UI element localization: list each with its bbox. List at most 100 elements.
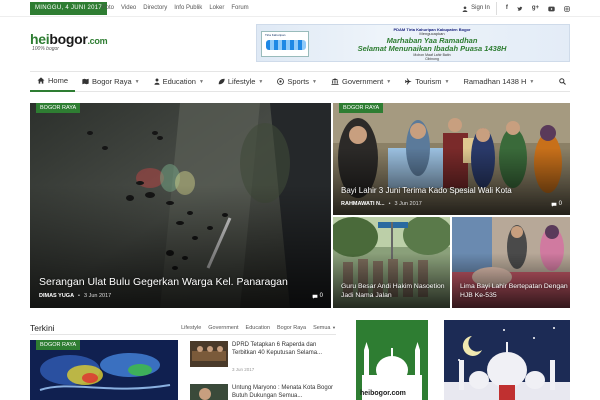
chevron-down-icon: ▼ <box>386 78 392 85</box>
nav-ramadhan[interactable]: Ramadhan 1438 H ▼ <box>456 71 541 92</box>
filter-bogor-raya[interactable]: Bogor Raya <box>277 325 306 331</box>
comment-icon <box>551 202 557 207</box>
list-item-date: 3 Jun 2017 <box>232 367 255 372</box>
comment-count[interactable]: 0 <box>312 293 323 299</box>
dprd-thumbnail <box>190 341 228 367</box>
home-icon <box>37 77 45 84</box>
mosque-night-illustration <box>444 320 570 400</box>
chevron-down-icon: ▼ <box>134 78 140 85</box>
filter-lifestyle[interactable]: Lifestyle <box>181 325 201 331</box>
nav-government[interactable]: Government ▼ <box>324 71 398 92</box>
post-date: 3 Jun 2017 <box>83 293 112 299</box>
filter-semua[interactable]: Semua ▼ <box>313 325 336 331</box>
top-links: Foto Video Directory Info Publik Loker F… <box>102 2 249 15</box>
comment-count[interactable]: 0 <box>551 201 562 207</box>
google-plus-icon[interactable]: g+ <box>532 2 539 15</box>
nav-education[interactable]: Education ▼ <box>147 71 211 92</box>
plane-icon <box>405 78 412 85</box>
ball-icon <box>277 78 285 85</box>
nav-lifestyle-label: Lifestyle <box>227 77 256 86</box>
nav-home-label: Home <box>48 76 69 85</box>
main-nav: Home Bogor Raya ▼ Education ▼ Lifestyle … <box>30 71 570 92</box>
chevron-down-icon: ▼ <box>198 78 204 85</box>
hero-bottom-right-title[interactable]: Lima Bayi Lahir Bertepatan Dengan HJB Ke… <box>460 282 568 300</box>
hero-main-title[interactable]: Serangan Ulat Bulu Gegerkan Warga Kel. P… <box>39 276 324 288</box>
list-item[interactable]: Untung Maryono : Menata Kota Bogor Butuh… <box>190 384 336 400</box>
site-logo[interactable]: heibogor.com 100% bogor <box>30 32 130 54</box>
chevron-down-icon: ▼ <box>444 78 450 85</box>
user-icon <box>154 78 160 85</box>
building-icon <box>331 78 339 85</box>
sign-in-label: Sign In <box>471 5 490 11</box>
hero-bottom-left-article[interactable]: Guru Besar Andi Hakim Nasoetion Jadi Nam… <box>333 217 450 308</box>
list-item-title[interactable]: DPRD Tetapkan 6 Raperda dan Terbitkan 40… <box>232 341 336 357</box>
nav-search-button[interactable] <box>552 71 570 92</box>
top-link-loker[interactable]: Loker <box>209 2 224 15</box>
untung-thumbnail <box>190 384 228 400</box>
top-link-forum[interactable]: Forum <box>231 2 248 15</box>
list-item[interactable]: DPRD Tetapkan 6 Raperda dan Terbitkan 40… <box>190 341 336 372</box>
nav-tourism[interactable]: Tourism ▼ <box>398 71 456 92</box>
instagram-icon[interactable] <box>564 5 570 12</box>
leaf-icon <box>218 78 225 85</box>
nav-education-label: Education <box>162 77 196 86</box>
top-link-video[interactable]: Video <box>121 2 136 15</box>
hero-top-right-title[interactable]: Bayi Lahir 3 Juni Terima Kado Spesial Wa… <box>341 186 566 195</box>
top-link-foto[interactable]: Foto <box>102 2 114 15</box>
hero-top-right-article[interactable]: BOGOR RAYA Bayi Lahir 3 Juni Terima Kado… <box>333 103 570 215</box>
comment-count-value: 0 <box>319 293 323 299</box>
logo-suffix: .com <box>87 36 108 46</box>
facebook-icon[interactable]: f <box>506 2 508 15</box>
hero-main-meta: DIMAS YUGA • 3 Jun 2017 <box>39 293 111 299</box>
nav-bogor-raya[interactable]: Bogor Raya ▼ <box>75 71 147 92</box>
banner-location: Cibinong <box>425 57 439 61</box>
terkini-feature-article[interactable]: BOGOR RAYA <box>30 340 178 400</box>
filter-government[interactable]: Government <box>208 325 238 331</box>
terkini-header: Terkini Lifestyle Government Education B… <box>30 321 336 335</box>
comment-count-value: 0 <box>558 201 562 207</box>
hero-main-article[interactable]: BOGOR RAYA Serangan Ulat Bulu Gegerkan W… <box>30 103 331 308</box>
nav-ramadhan-label: Ramadhan 1438 H <box>463 77 527 86</box>
category-tag[interactable]: BOGOR RAYA <box>339 103 384 113</box>
pdam-logo: Tirta Kahuripan <box>261 31 309 57</box>
meta-separator: • <box>78 293 80 299</box>
sign-in-button[interactable]: Sign In <box>462 2 497 15</box>
filter-semua-label: Semua <box>313 324 331 331</box>
meta-separator: • <box>388 201 391 207</box>
ramadhan-ad-mosque[interactable] <box>444 320 570 400</box>
chevron-down-icon: ▼ <box>529 78 535 85</box>
logo-tagline: 100% bogor <box>32 46 59 52</box>
ramadhan-ad-heibogor[interactable]: heibogor.com <box>356 320 428 400</box>
filter-education[interactable]: Education <box>246 325 270 331</box>
nav-lifestyle[interactable]: Lifestyle ▼ <box>211 71 270 92</box>
list-item-title[interactable]: Untung Maryono : Menata Kota Bogor Butuh… <box>232 384 336 400</box>
top-link-directory[interactable]: Directory <box>143 2 167 15</box>
nav-tourism-label: Tourism <box>415 77 442 86</box>
twitter-icon[interactable] <box>517 6 523 12</box>
logo-bogor: bogor <box>49 31 88 47</box>
terkini-filters: Lifestyle Government Education Bogor Ray… <box>181 325 336 331</box>
author-name[interactable]: RAHMAWATI N... <box>341 201 385 207</box>
chevron-down-icon: ▼ <box>312 78 317 85</box>
nav-home[interactable]: Home <box>30 71 76 92</box>
youtube-icon[interactable] <box>548 6 555 12</box>
comment-icon <box>312 294 318 299</box>
author-name[interactable]: DIMAS YUGA <box>39 293 74 299</box>
top-bar: MINGGU, 4 JUNI 2017 Foto Video Directory… <box>0 0 600 17</box>
header-banner-ad[interactable]: Tirta Kahuripan PDAM Tirta Kahuripan Kab… <box>256 24 570 62</box>
top-link-info-publik[interactable]: Info Publik <box>174 2 202 15</box>
date-badge: MINGGU, 4 JUNI 2017 <box>30 2 108 15</box>
wave-icon <box>266 40 306 50</box>
banner-subheadline: Selamat Menunaikan Ibadah Puasa 1438H <box>357 44 507 53</box>
hero-bottom-right-article[interactable]: Lima Bayi Lahir Bertepatan Dengan HJB Ke… <box>452 217 570 308</box>
chevron-down-icon: ▼ <box>258 78 264 85</box>
category-tag[interactable]: BOGOR RAYA <box>36 103 81 113</box>
hero-bottom-left-title[interactable]: Guru Besar Andi Hakim Nasoetion Jadi Nam… <box>341 282 449 300</box>
hero-main-shade <box>30 185 331 308</box>
search-icon <box>559 78 566 85</box>
category-tag[interactable]: BOGOR RAYA <box>36 340 81 350</box>
section-title: Terkini <box>30 322 55 333</box>
nav-bogor-raya-label: Bogor Raya <box>92 77 132 86</box>
nav-sports[interactable]: Sports ▼ <box>270 71 324 92</box>
nav-sports-label: Sports <box>287 77 310 86</box>
